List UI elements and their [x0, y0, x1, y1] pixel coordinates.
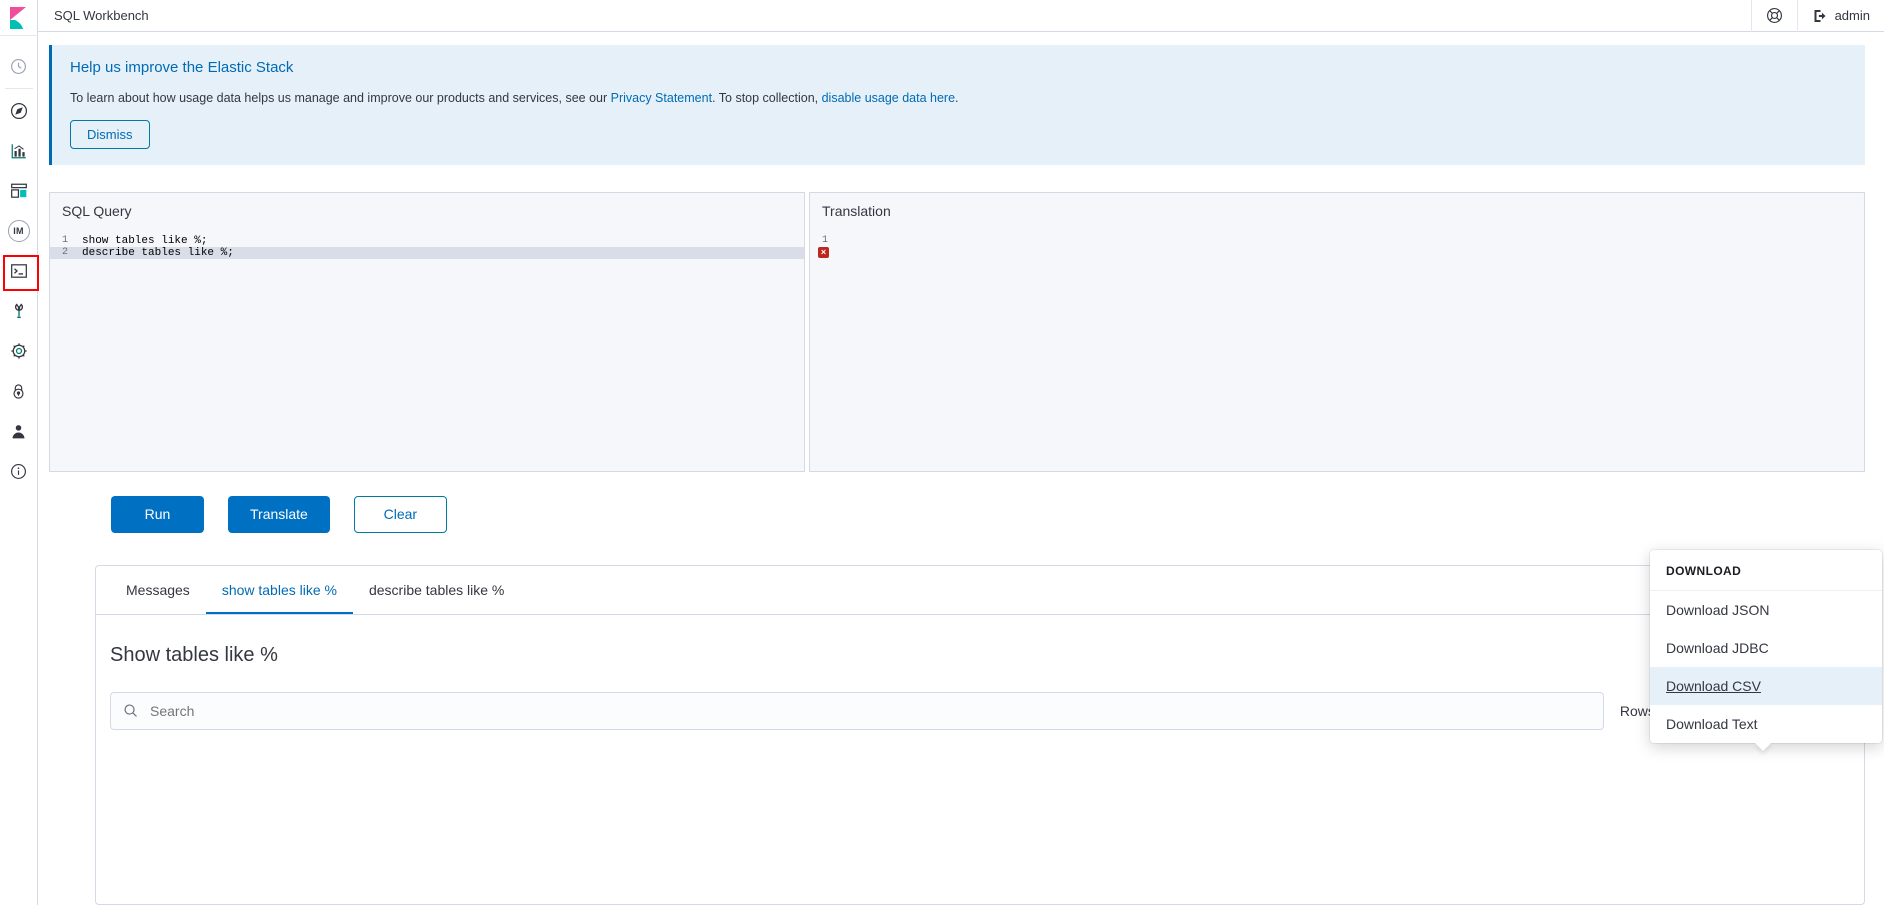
tab-describe-tables[interactable]: describe tables like %: [353, 566, 520, 614]
dashboard-icon: [10, 182, 28, 200]
app-header: SQL Workbench admin: [38, 0, 1884, 32]
editor-actions: Run Translate Clear: [111, 495, 1884, 533]
callout-body: To learn about how usage data helps us m…: [70, 90, 1847, 108]
download-menu-popover: DOWNLOAD Download JSON Download JDBC Dow…: [1650, 550, 1882, 751]
sidebar-item-security[interactable]: [0, 371, 38, 411]
results-header: Show tables like % Download: [96, 615, 1864, 692]
search-icon: [123, 703, 138, 718]
username-label: admin: [1834, 8, 1870, 23]
run-button[interactable]: Run: [111, 495, 204, 533]
logout-icon: [1812, 8, 1829, 24]
rail-divider: [4, 88, 33, 89]
sidebar-item-dev-tools[interactable]: [0, 291, 38, 331]
user-icon: [10, 423, 27, 440]
sql-query-panel: SQL Query 1 show tables like %; 2 descri…: [49, 191, 805, 472]
download-menu-title: DOWNLOAD: [1650, 550, 1882, 591]
results-tabs: Messages show tables like % describe tab…: [96, 566, 1864, 615]
gear-icon: [10, 342, 28, 360]
code-line-with-error[interactable]: × 2: [810, 246, 1864, 259]
sidebar-item-management[interactable]: [0, 331, 38, 371]
compass-icon: [10, 102, 28, 120]
info-icon: [10, 463, 27, 480]
help-button[interactable]: [1750, 0, 1797, 32]
code-line[interactable]: 1: [810, 235, 1864, 247]
line-text: show tables like %;: [82, 234, 208, 247]
search-input[interactable]: [150, 702, 1591, 719]
line-number: 1: [821, 235, 828, 246]
sidebar-item-user[interactable]: [0, 411, 38, 451]
editors-row: SQL Query 1 show tables like %; 2 descri…: [49, 191, 1865, 472]
results-panel: Messages show tables like % describe tab…: [95, 564, 1865, 905]
callout-title: Help us improve the Elastic Stack: [70, 59, 294, 76]
code-line[interactable]: 2 describe tables like %;: [50, 246, 804, 259]
sidebar-item-sql-workbench[interactable]: [0, 251, 39, 291]
lock-icon: [10, 383, 27, 400]
help-ring-icon: [1766, 7, 1783, 24]
sidebar-item-about[interactable]: [0, 451, 38, 491]
line-number: 1: [61, 235, 68, 246]
sql-query-title: SQL Query: [62, 202, 132, 219]
page-title: SQL Workbench: [54, 8, 149, 23]
translation-title: Translation: [822, 202, 891, 219]
main-content: Help us improve the Elastic Stack To lea…: [38, 32, 1884, 905]
bar-chart-icon: [10, 142, 28, 160]
results-title: Show tables like %: [110, 643, 278, 666]
wrench-icon: [10, 302, 28, 320]
search-box[interactable]: [110, 691, 1604, 730]
download-csv-item[interactable]: Download CSV: [1650, 667, 1882, 705]
im-badge: IM: [7, 220, 30, 242]
translate-button[interactable]: Translate: [228, 495, 330, 533]
code-line[interactable]: 1 show tables like %;: [50, 235, 804, 247]
header-actions: admin: [1750, 0, 1884, 32]
tab-show-tables[interactable]: show tables like %: [205, 566, 353, 614]
disable-usage-data-link[interactable]: disable usage data here: [822, 91, 955, 105]
translation-editor[interactable]: 1 × 2: [810, 235, 1864, 259]
table-controls: Rows per page: 10 ‹ 1 2 ›: [96, 691, 1864, 730]
sql-query-editor[interactable]: 1 show tables like %; 2 describe tables …: [50, 235, 804, 259]
download-text-item[interactable]: Download Text: [1650, 705, 1882, 743]
global-nav-rail: IM: [0, 0, 39, 905]
download-jdbc-item[interactable]: Download JDBC: [1650, 629, 1882, 667]
sidebar-item-recently-viewed[interactable]: [0, 46, 38, 86]
clear-button[interactable]: Clear: [353, 495, 447, 533]
line-text: describe tables like %;: [82, 246, 234, 259]
dismiss-button[interactable]: Dismiss: [70, 119, 150, 149]
telemetry-callout: Help us improve the Elastic Stack To lea…: [49, 45, 1865, 165]
tab-messages[interactable]: Messages: [110, 566, 206, 614]
sidebar-item-index-management[interactable]: IM: [0, 211, 38, 251]
line-number: 2: [61, 247, 68, 258]
popover-arrow: [1754, 742, 1772, 751]
privacy-statement-link[interactable]: Privacy Statement: [611, 91, 712, 105]
clock-icon: [10, 58, 27, 75]
translation-panel: Translation 1 × 2: [809, 191, 1865, 472]
kibana-logo[interactable]: [0, 0, 38, 36]
user-menu-button[interactable]: admin: [1796, 0, 1884, 32]
download-json-item[interactable]: Download JSON: [1650, 591, 1882, 629]
sql-workbench-page: IM SQL Workbench admin Help us improve t…: [0, 0, 1884, 905]
callout-text-2: . To stop collection,: [712, 91, 822, 105]
console-icon: [10, 262, 28, 280]
sidebar-item-visualize[interactable]: [0, 131, 38, 171]
error-marker-icon: ×: [818, 246, 829, 258]
sidebar-item-discover[interactable]: [0, 91, 38, 131]
callout-text-3: .: [955, 91, 959, 105]
callout-text-1: To learn about how usage data helps us m…: [70, 91, 611, 105]
sidebar-item-dashboard[interactable]: [0, 171, 38, 211]
